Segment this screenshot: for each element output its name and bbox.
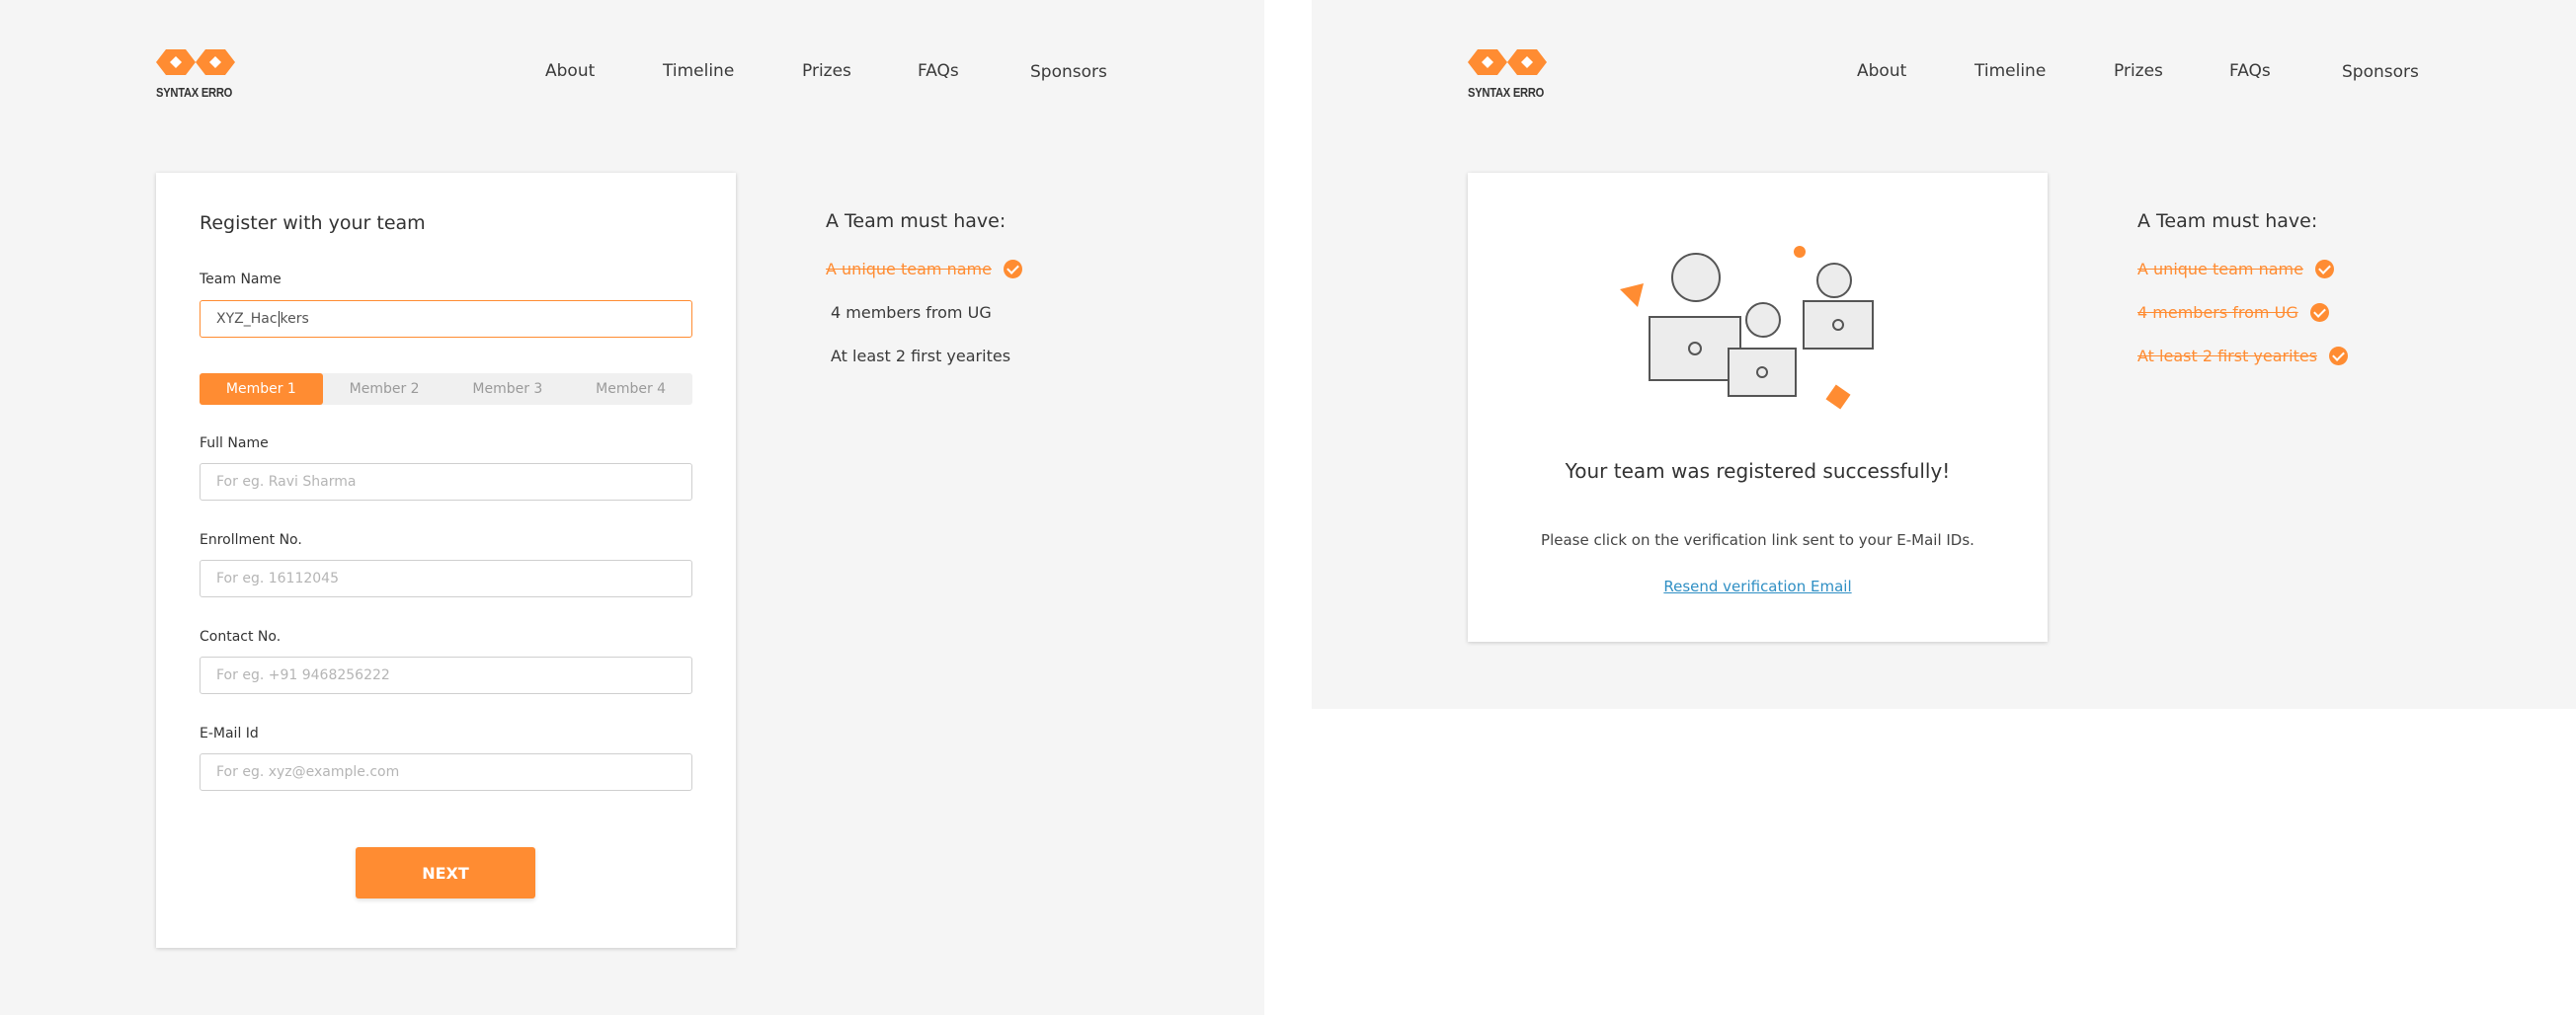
tab-member-4[interactable]: Member 4 (569, 373, 692, 405)
requirement-text: 4 members from UG (831, 303, 992, 322)
verification-message: Please click on the verification link se… (1541, 531, 1974, 549)
nav-faqs[interactable]: FAQs (918, 61, 959, 81)
nav-sponsors[interactable]: Sponsors (2342, 62, 2419, 82)
check-icon (2329, 347, 2349, 365)
top-nav: About Timeline Prizes FAQs Sponsors (0, 61, 1264, 85)
requirement-item: A unique team name (2137, 260, 2334, 278)
requirement-item: At least 2 first yearites (831, 347, 1010, 365)
full-name-label: Full Name (200, 435, 269, 451)
tab-member-3[interactable]: Member 3 (446, 373, 570, 405)
brand-name: SYNTAX ERRO (1468, 85, 1545, 100)
email-label: E-Mail Id (200, 726, 259, 742)
requirement-text: At least 2 first yearites (831, 347, 1011, 365)
requirement-item: A unique team name (826, 260, 1022, 278)
nav-sponsors[interactable]: Sponsors (1030, 62, 1107, 82)
nav-about[interactable]: About (1857, 61, 1906, 81)
tab-member-1[interactable]: Member 1 (200, 373, 323, 405)
contact-input[interactable]: For eg. +91 9468256222 (200, 657, 692, 694)
nav-about[interactable]: About (545, 61, 595, 81)
team-name-value-part2: kers (280, 311, 309, 327)
success-screen: SYNTAX ERRO About Timeline Prizes FAQs S… (1312, 0, 2576, 709)
nav-prizes[interactable]: Prizes (2114, 61, 2163, 81)
success-card: Your team was registered successfully! P… (1468, 173, 2048, 642)
tab-member-2[interactable]: Member 2 (323, 373, 446, 405)
requirements-title: A Team must have: (2137, 210, 2318, 232)
enrollment-placeholder: For eg. 16112045 (216, 571, 339, 586)
registration-title: Register with your team (200, 212, 426, 234)
requirement-text: At least 2 first yearites (2137, 347, 2318, 365)
enrollment-input[interactable]: For eg. 16112045 (200, 560, 692, 597)
team-name-label: Team Name (200, 272, 282, 287)
check-icon (2314, 260, 2334, 278)
nav-faqs[interactable]: FAQs (2229, 61, 2271, 81)
nav-timeline[interactable]: Timeline (1974, 61, 2046, 81)
member-tabs: Member 1 Member 2 Member 3 Member 4 (200, 373, 692, 405)
email-placeholder: For eg. xyz@example.com (216, 764, 400, 780)
brand-name: SYNTAX ERRO (156, 85, 233, 100)
requirement-item: At least 2 first yearites (2137, 347, 2349, 365)
registration-card: Register with your team Team Name XYZ_Ha… (156, 173, 736, 948)
team-illustration-icon (1620, 246, 1874, 410)
check-icon (2309, 303, 2329, 322)
requirement-item: 4 members from UG (831, 303, 992, 322)
contact-label: Contact No. (200, 629, 282, 645)
email-input[interactable]: For eg. xyz@example.com (200, 753, 692, 791)
contact-placeholder: For eg. +91 9468256222 (216, 667, 390, 683)
enrollment-label: Enrollment No. (200, 532, 302, 548)
team-name-input[interactable]: XYZ_Hac kers (200, 300, 692, 338)
requirements-title: A Team must have: (826, 210, 1006, 232)
registration-screen: SYNTAX ERRO About Timeline Prizes FAQs S… (0, 0, 1264, 1015)
requirement-item: 4 members from UG (2137, 303, 2329, 322)
check-icon (1003, 260, 1022, 278)
requirement-text: 4 members from UG (2137, 303, 2298, 322)
text-caret (278, 311, 280, 327)
resend-row: Resend verification Email (1468, 578, 2048, 595)
top-nav: About Timeline Prizes FAQs Sponsors (1312, 61, 2576, 85)
requirement-text: A unique team name (826, 260, 992, 278)
next-button[interactable]: NEXT (356, 847, 535, 898)
nav-prizes[interactable]: Prizes (802, 61, 851, 81)
success-message: Your team was registered successfully! (1565, 459, 1951, 483)
full-name-placeholder: For eg. Ravi Sharma (216, 474, 357, 490)
full-name-input[interactable]: For eg. Ravi Sharma (200, 463, 692, 501)
team-requirements: A Team must have: A unique team name 4 m… (826, 210, 1022, 365)
nav-timeline[interactable]: Timeline (663, 61, 734, 81)
team-name-value-part1: XYZ_Hac (216, 311, 278, 327)
requirement-text: A unique team name (2137, 260, 2303, 278)
team-requirements: A Team must have: A unique team name 4 m… (2137, 210, 2349, 365)
resend-verification-link[interactable]: Resend verification Email (1663, 578, 1851, 595)
